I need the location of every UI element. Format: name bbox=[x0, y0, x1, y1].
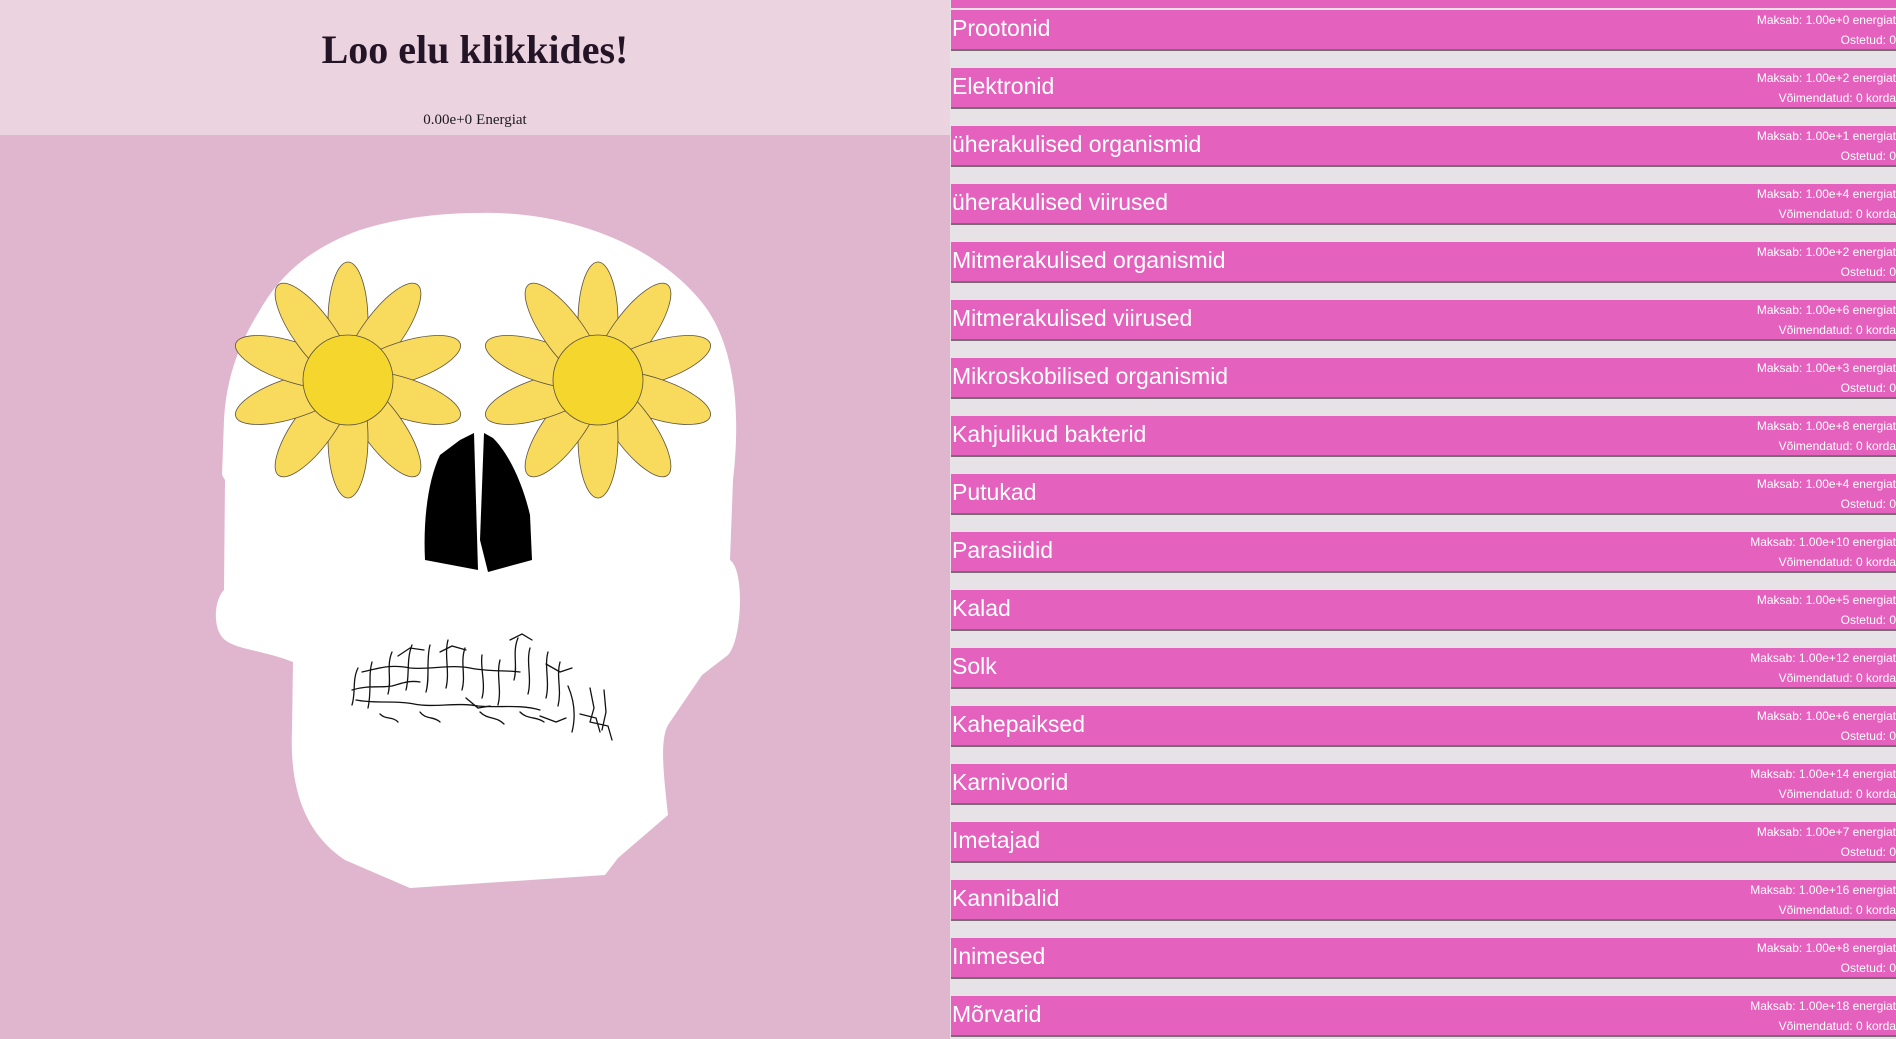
shop-item[interactable]: Mõrvarid Maksab: 1.00e+18 energiat Võimend… bbox=[951, 996, 1896, 1037]
shop-item-name: Mitmerakulised viirused bbox=[952, 305, 1193, 331]
shop-item-status: Võimendatud: 0 korda bbox=[1778, 555, 1896, 569]
shop-item-status: Ostetud: 0 bbox=[1840, 961, 1896, 975]
shop-item-name: Mitmerakulised organismid bbox=[952, 247, 1226, 273]
shop-item[interactable]: üherakulised viirused Maksab: 1.00e+4 ene… bbox=[951, 184, 1896, 225]
shop-item-cost: Maksab: 1.00e+4 energiat bbox=[1756, 477, 1896, 491]
shop-item-status: Ostetud: 0 bbox=[1840, 265, 1896, 279]
shop-item-cost: Maksab: 1.00e+16 energiat bbox=[1750, 883, 1896, 897]
shop-item-status: Ostetud: 0 bbox=[1840, 149, 1896, 163]
shop-item-name: Kahjulikud bakterid bbox=[952, 421, 1147, 447]
shop-item-status: Ostetud: 0 bbox=[1840, 613, 1896, 627]
shop-item-status: Ostetud: 0 bbox=[1840, 497, 1896, 511]
shop-item-cost: Maksab: 1.00e+1 energiat bbox=[1756, 129, 1896, 143]
shop-item-cost: Maksab: 1.00e+6 energiat bbox=[1756, 709, 1896, 723]
shop-item-cost: Maksab: 1.00e+8 energiat bbox=[1756, 419, 1896, 433]
energy-value: 0.00e+0 bbox=[423, 112, 473, 128]
shop-item-status: Võimendatud: 0 korda bbox=[1778, 91, 1896, 105]
shop-item-name: Karnivoorid bbox=[952, 769, 1069, 795]
shop-item-status: Võimendatud: 0 korda bbox=[1778, 903, 1896, 917]
shop-item-cost: Maksab: 1.00e+4 energiat bbox=[1756, 187, 1896, 201]
energy-unit: Energiat bbox=[476, 112, 527, 128]
energy-counter: 0.00e+0 Energiat bbox=[0, 112, 950, 129]
shop-item-cost: Maksab: 1.00e+5 energiat bbox=[1756, 593, 1896, 607]
shop-item-cost: Maksab: 1.00e+0 energiat bbox=[1756, 13, 1896, 27]
shop-item[interactable]: Kahepaiksed Maksab: 1.00e+6 energiat Ostet… bbox=[951, 706, 1896, 747]
shop-item-name: Solk bbox=[952, 653, 997, 679]
shop-item-status: Võimendatud: 0 korda bbox=[1778, 1019, 1896, 1033]
shop-item-cost: Maksab: 1.00e+2 energiat bbox=[1756, 71, 1896, 85]
shop-item-name: Kalad bbox=[952, 595, 1011, 621]
shop-item-status: Võimendatud: 0 korda bbox=[1778, 787, 1896, 801]
shop-item-cost: Maksab: 1.00e+12 energiat bbox=[1750, 651, 1896, 665]
shop-item-name: Putukad bbox=[952, 479, 1037, 505]
shop-item-name: Mõrvarid bbox=[952, 1001, 1042, 1027]
shop-item-cost: Maksab: 1.00e+18 energiat bbox=[1750, 999, 1896, 1013]
shop-item[interactable]: Kannibalid Maksab: 1.00e+16 energiat Võime… bbox=[951, 880, 1896, 921]
shop-item-name: Inimesed bbox=[952, 943, 1046, 969]
shop-item-status: Võimendatud: 0 korda bbox=[1778, 671, 1896, 685]
game-header: Loo elu klikkides! 0.00e+0 Energiat bbox=[0, 0, 950, 135]
shop-item[interactable]: üherakulised organismid Maksab: 1.00e+1 e… bbox=[951, 126, 1896, 167]
game-panel: Loo elu klikkides! 0.00e+0 Energiat bbox=[0, 0, 950, 1039]
shop-item-name: Parasiidid bbox=[952, 537, 1053, 563]
page-title: Loo elu klikkides! bbox=[321, 27, 629, 72]
shop-item-name: Kahepaiksed bbox=[952, 711, 1085, 737]
shop-item-name: Imetajad bbox=[952, 827, 1041, 853]
shop-item-status: Ostetud: 0 bbox=[1840, 845, 1896, 859]
shop-item[interactable]: Karnivoorid Maksab: 1.00e+14 energiat Võim… bbox=[951, 764, 1896, 805]
shop-top-edge bbox=[951, 0, 1896, 8]
shop-item[interactable]: Parasiidid Maksab: 1.00e+10 energiat Võime… bbox=[951, 532, 1896, 573]
shop-item[interactable]: Mitmerakulised viirused Maksab: 1.00e+6 e… bbox=[951, 300, 1896, 341]
shop-item[interactable]: Mitmerakulised organismid Maksab: 1.00e+2… bbox=[951, 242, 1896, 283]
shop-item-cost: Maksab: 1.00e+7 energiat bbox=[1756, 825, 1896, 839]
shop-item[interactable]: Elektronid Maksab: 1.00e+2 energiat Võimen… bbox=[951, 68, 1896, 109]
shop-item-cost: Maksab: 1.00e+8 energiat bbox=[1756, 941, 1896, 955]
shop-item-name: Kannibalid bbox=[952, 885, 1060, 911]
shop-item[interactable]: Kalad Maksab: 1.00e+5 energiat Ostetud: 0 bbox=[951, 590, 1896, 631]
shop-item-cost: Maksab: 1.00e+3 energiat bbox=[1756, 361, 1896, 375]
shop-item-cost: Maksab: 1.00e+2 energiat bbox=[1756, 245, 1896, 259]
shop-item[interactable]: Prootonid Maksab: 1.00e+0 energiat Ostetud… bbox=[951, 10, 1896, 51]
shop-item[interactable]: Mikroskobilised organismid Maksab: 1.00e+… bbox=[951, 358, 1896, 399]
shop-item-status: Võimendatud: 0 korda bbox=[1778, 439, 1896, 453]
shop-item-name: üherakulised organismid bbox=[952, 131, 1202, 157]
shop-item[interactable]: Kahjulikud bakterid Maksab: 1.00e+8 energ… bbox=[951, 416, 1896, 457]
shop-item-name: Prootonid bbox=[952, 15, 1051, 41]
shop-item-status: Võimendatud: 0 korda bbox=[1778, 207, 1896, 221]
shop-item[interactable]: Putukad Maksab: 1.00e+4 energiat Ostetud: … bbox=[951, 474, 1896, 515]
shop-item-cost: Maksab: 1.00e+14 energiat bbox=[1750, 767, 1896, 781]
shop-item-status: Ostetud: 0 bbox=[1840, 729, 1896, 743]
skull-click-target[interactable] bbox=[0, 135, 950, 1039]
shop-item-status: Võimendatud: 0 korda bbox=[1778, 323, 1896, 337]
shop-item-status: Ostetud: 0 bbox=[1840, 33, 1896, 47]
shop-item-cost: Maksab: 1.00e+6 energiat bbox=[1756, 303, 1896, 317]
shop-item-name: Mikroskobilised organismid bbox=[952, 363, 1229, 389]
shop-item[interactable]: Solk Maksab: 1.00e+12 energiat Võimendatud… bbox=[951, 648, 1896, 689]
shop-item-cost: Maksab: 1.00e+10 energiat bbox=[1750, 535, 1896, 549]
shop-panel: Prootonid Maksab: 1.00e+0 energiat Ostetud… bbox=[950, 0, 1896, 1039]
shop-item-name: üherakulised viirused bbox=[952, 189, 1169, 215]
shop-item-status: Ostetud: 0 bbox=[1840, 381, 1896, 395]
shop-item-name: Elektronid bbox=[952, 73, 1055, 99]
shop-item[interactable]: Imetajad Maksab: 1.00e+7 energiat Ostetud:… bbox=[951, 822, 1896, 863]
shop-item[interactable]: Inimesed Maksab: 1.00e+8 energiat Ostetud:… bbox=[951, 938, 1896, 979]
